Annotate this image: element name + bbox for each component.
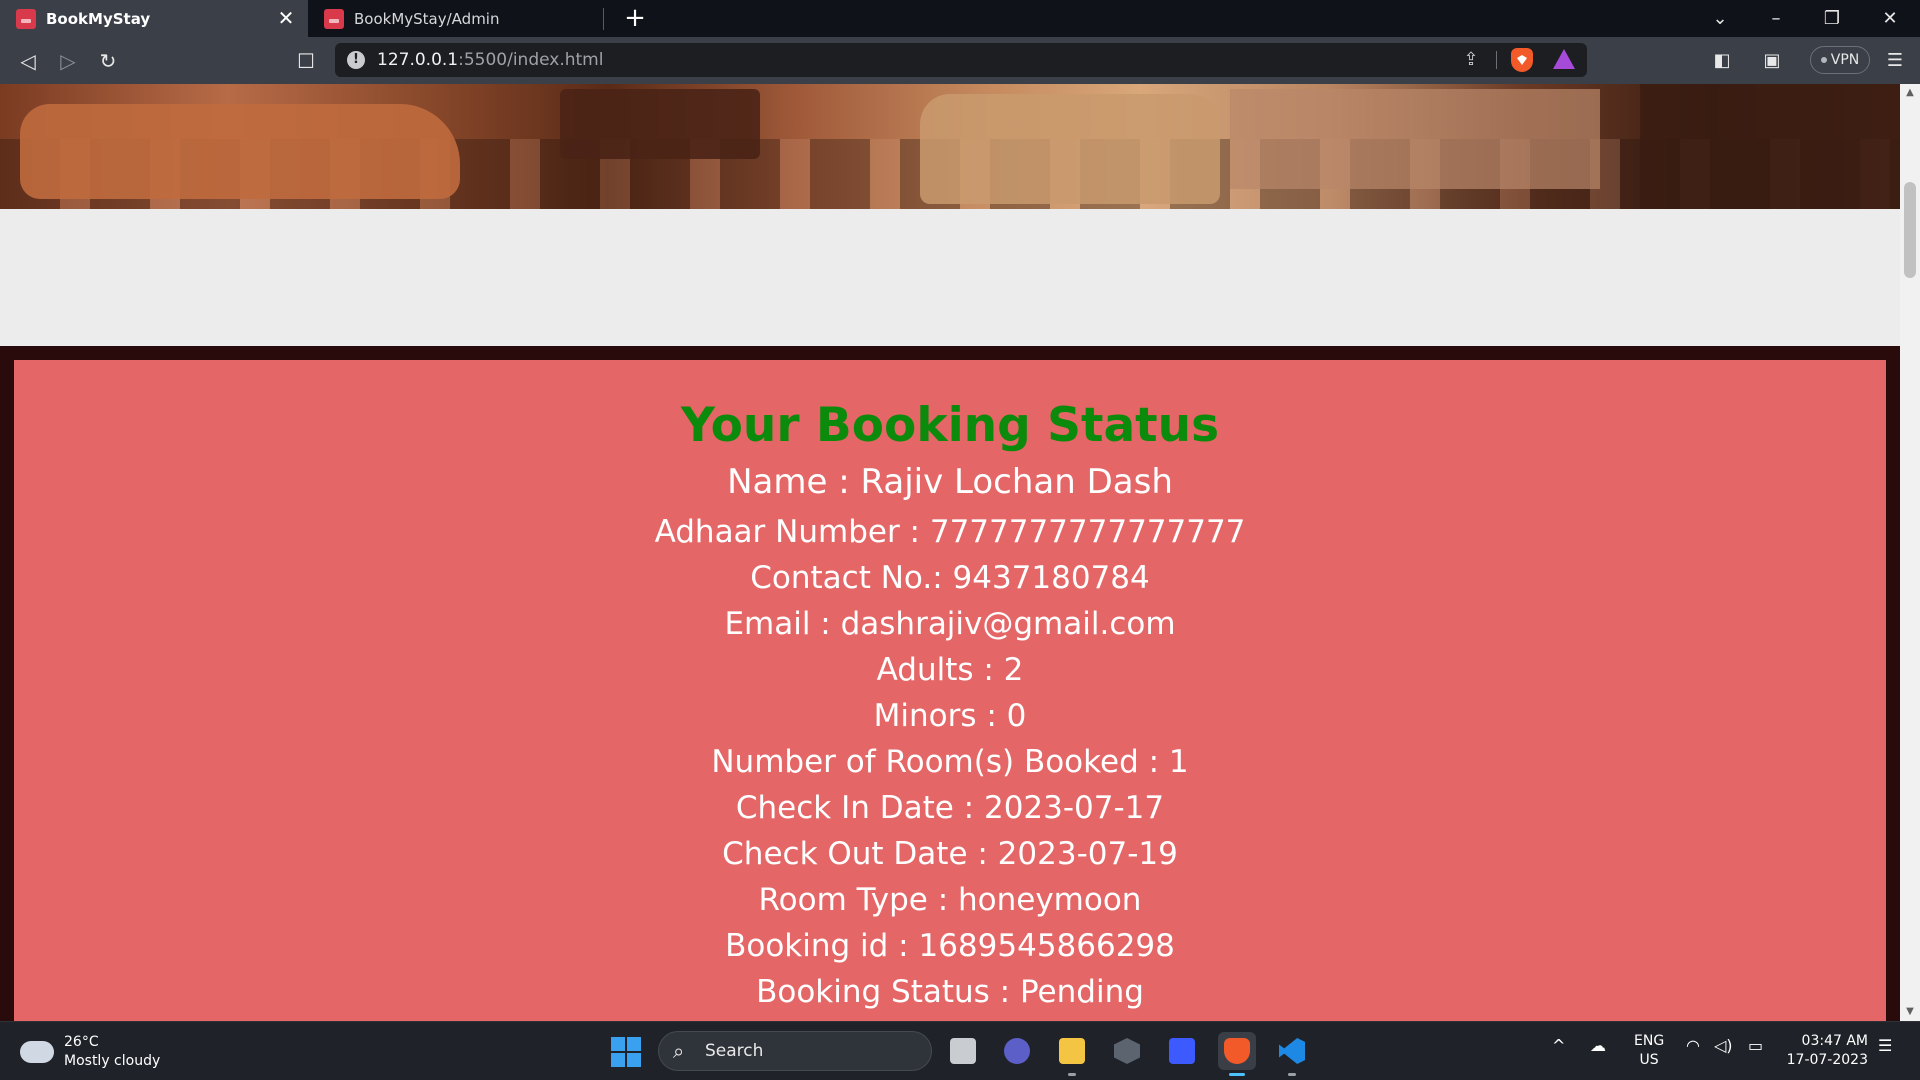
bookmystay-admin-favicon-icon (324, 8, 344, 29)
detail-booking-status: Booking Status : Pending (756, 974, 1144, 1010)
site-info-icon[interactable]: ! (347, 51, 365, 69)
tab-label: BookMyStay (46, 9, 151, 28)
detail-adhaar-number: Adhaar Number : 7777777777777777 (654, 514, 1246, 550)
sidebar-toggle-icon[interactable]: ◧ (1710, 49, 1734, 73)
taskbar-clock[interactable]: 03:47 AM 17-07-2023 (1782, 1032, 1868, 1070)
booking-status-frame: Your Booking Status Name : Rajiv Lochan … (0, 346, 1900, 1021)
detail-room-type: Room Type : honeymoon (758, 882, 1142, 918)
windows-start-icon[interactable] (611, 1037, 641, 1067)
detail-name: Name : Rajiv Lochan Dash (727, 462, 1173, 502)
scrollbar-thumb[interactable] (1904, 182, 1916, 278)
close-window-button[interactable]: ✕ (1862, 0, 1918, 37)
tab-search-button[interactable]: ⌄ (1692, 0, 1748, 37)
blue-app-icon[interactable] (1163, 1032, 1201, 1070)
detail-check-in-date: Check In Date : 2023-07-17 (735, 790, 1165, 826)
detail-email: Email : dashrajiv@gmail.com (724, 606, 1176, 642)
tab-divider (603, 8, 604, 30)
vscode-icon[interactable] (1273, 1032, 1311, 1076)
address-bar[interactable]: ! 127.0.0.1:5500/index.html ⇪ (335, 43, 1587, 77)
scroll-down-arrow-icon[interactable]: ▼ (1900, 1003, 1920, 1021)
show-hidden-icons-icon[interactable]: ^ (1552, 1036, 1565, 1055)
booking-status-heading: Your Booking Status (680, 398, 1220, 453)
partly-cloudy-icon (20, 1033, 54, 1063)
detail-adults: Adults : 2 (876, 652, 1024, 688)
share-icon[interactable]: ⇪ (1459, 48, 1483, 72)
clock-date: 17-07-2023 (1786, 1052, 1868, 1068)
task-view-icon[interactable] (944, 1032, 982, 1070)
browser-toolbar: ◁ ▷ ↻ ☐ ! 127.0.0.1:5500/index.html ⇪ ◧ … (0, 37, 1920, 84)
tab-close-icon[interactable]: ✕ (274, 6, 298, 30)
taskbar-search-box[interactable]: ⌕ Search (658, 1031, 932, 1071)
detail-check-out-date: Check Out Date : 2023-07-19 (722, 836, 1178, 872)
region-code: US (1639, 1052, 1659, 1068)
search-icon: ⌕ (673, 1039, 685, 1063)
address-bar-divider (1496, 51, 1497, 69)
brave-browser-icon[interactable] (1218, 1032, 1256, 1076)
forward-button[interactable]: ▷ (52, 45, 84, 77)
reload-button[interactable]: ↻ (92, 45, 124, 77)
weather-desc: Mostly cloudy (64, 1053, 161, 1069)
language-indicator[interactable]: ENG US (1634, 1032, 1664, 1070)
url-host: 127.0.0.1 (377, 50, 459, 70)
vpn-status-dot-icon (1820, 57, 1827, 63)
clock-time: 03:47 AM (1801, 1033, 1868, 1049)
search-label: Search (705, 1041, 764, 1061)
wifi-icon[interactable]: ◠ (1686, 1036, 1700, 1055)
weather-widget[interactable]: 26°C Mostly cloudy (20, 1032, 160, 1072)
battery-icon[interactable]: ▭ (1748, 1036, 1763, 1055)
unity-hub-icon[interactable] (1108, 1032, 1146, 1070)
new-tab-button[interactable]: + (620, 4, 650, 34)
vpn-label: VPN (1830, 52, 1860, 68)
vpn-button[interactable]: VPN (1810, 46, 1870, 74)
file-explorer-icon[interactable] (1053, 1032, 1091, 1076)
page-scrollbar[interactable]: ▲ ▼ (1900, 84, 1920, 1021)
onedrive-icon[interactable]: ☁ (1590, 1036, 1606, 1055)
url-path: :5500/index.html (458, 50, 604, 70)
detail-contact-number: Contact No.: 9437180784 (750, 560, 1150, 596)
menu-icon[interactable]: ☰ (1883, 49, 1907, 73)
notification-icon[interactable]: ☰ (1878, 1036, 1892, 1055)
banner-cabinet (1640, 84, 1900, 209)
tab-label: BookMyStay/Admin (354, 9, 500, 28)
brave-rewards-icon[interactable] (1553, 49, 1575, 69)
tab-bookmystay-admin[interactable]: BookMyStay/Admin (308, 0, 604, 37)
language-code: ENG (1634, 1033, 1665, 1049)
teams-meet-icon[interactable] (998, 1032, 1036, 1070)
page-viewport: Your Booking Status Name : Rajiv Lochan … (0, 84, 1900, 1021)
restore-button[interactable]: ❐ (1804, 0, 1860, 37)
tab-bookmystay[interactable]: BookMyStay ✕ (0, 0, 308, 37)
back-button[interactable]: ◁ (12, 45, 44, 77)
wallet-icon[interactable]: ▣ (1760, 49, 1784, 73)
booking-status-card: Your Booking Status Name : Rajiv Lochan … (14, 360, 1886, 1021)
hotel-lobby-banner-image (0, 84, 1900, 209)
brave-shields-icon[interactable] (1511, 48, 1533, 72)
detail-booking-id: Booking id : 1689545866298 (725, 928, 1175, 964)
banner-rug (1230, 89, 1600, 189)
detail-rooms-booked: Number of Room(s) Booked : 1 (711, 744, 1189, 780)
detail-minors: Minors : 0 (873, 698, 1027, 734)
weather-temp: 26°C (64, 1034, 99, 1050)
tab-strip: BookMyStay ✕ BookMyStay/Admin + ⌄ – ❐ ✕ (0, 0, 1920, 37)
banner-armchair (920, 94, 1220, 204)
banner-sofa (20, 104, 460, 199)
banner-table (560, 89, 760, 159)
minimize-button[interactable]: – (1748, 0, 1804, 37)
url-text[interactable]: 127.0.0.1:5500/index.html (377, 43, 603, 77)
scroll-up-arrow-icon[interactable]: ▲ (1900, 84, 1920, 102)
bookmark-button[interactable]: ☐ (290, 45, 322, 77)
windows-taskbar: 26°C Mostly cloudy ⌕ Search ^ ☁ ENG US ◠… (0, 1021, 1920, 1080)
volume-icon[interactable]: ◁) (1714, 1036, 1733, 1055)
bookmystay-favicon-icon (16, 8, 36, 29)
